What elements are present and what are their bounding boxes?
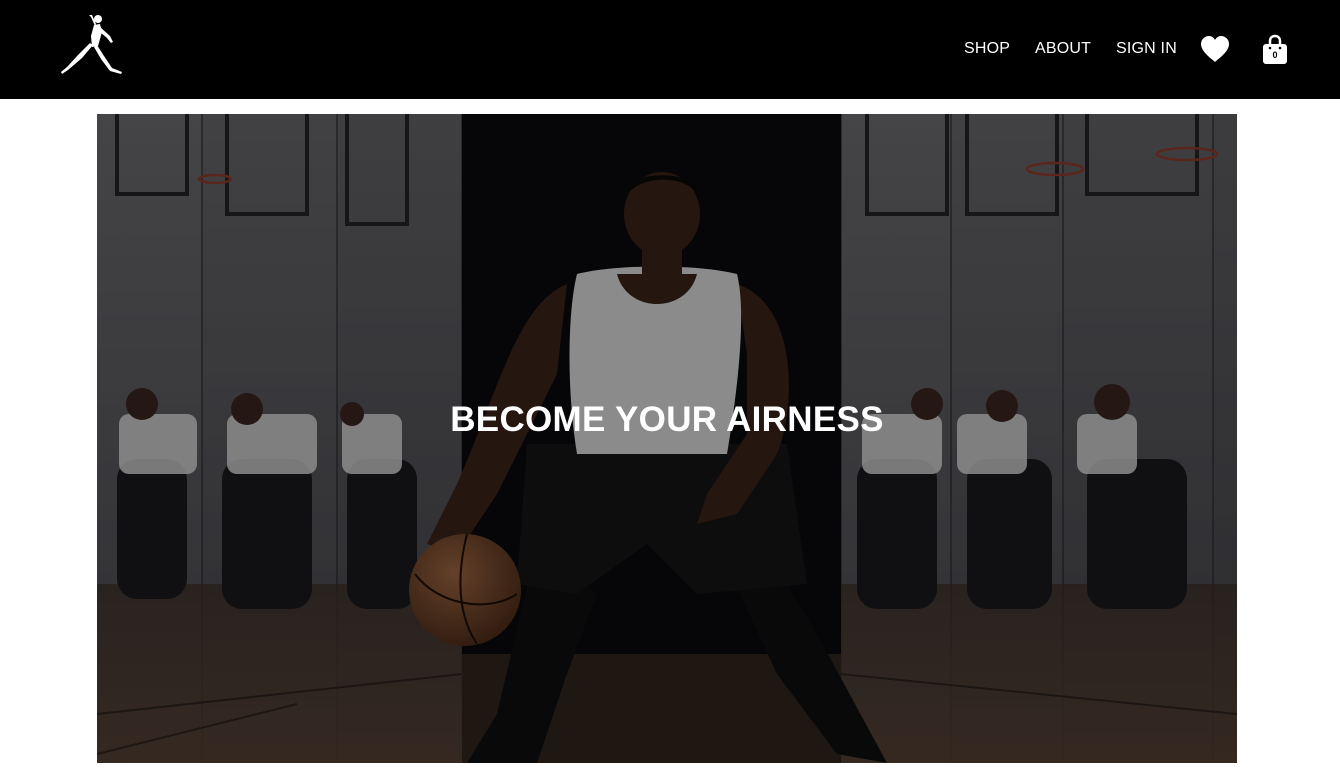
hero-title: BECOME YOUR AIRNESS <box>450 400 884 439</box>
nav-link-about[interactable]: ABOUT <box>1035 39 1091 59</box>
top-navbar: SHOP ABOUT SIGN IN 0 <box>0 0 1340 99</box>
hero-banner: BECOME YOUR AIRNESS <box>97 114 1237 763</box>
cart-count-badge: 0 <box>1272 50 1278 60</box>
jumpman-logo-icon[interactable] <box>58 14 126 78</box>
nav-link-shop[interactable]: SHOP <box>964 39 1010 59</box>
heart-icon[interactable] <box>1200 35 1230 63</box>
nav-link-sign-in[interactable]: SIGN IN <box>1116 39 1177 59</box>
